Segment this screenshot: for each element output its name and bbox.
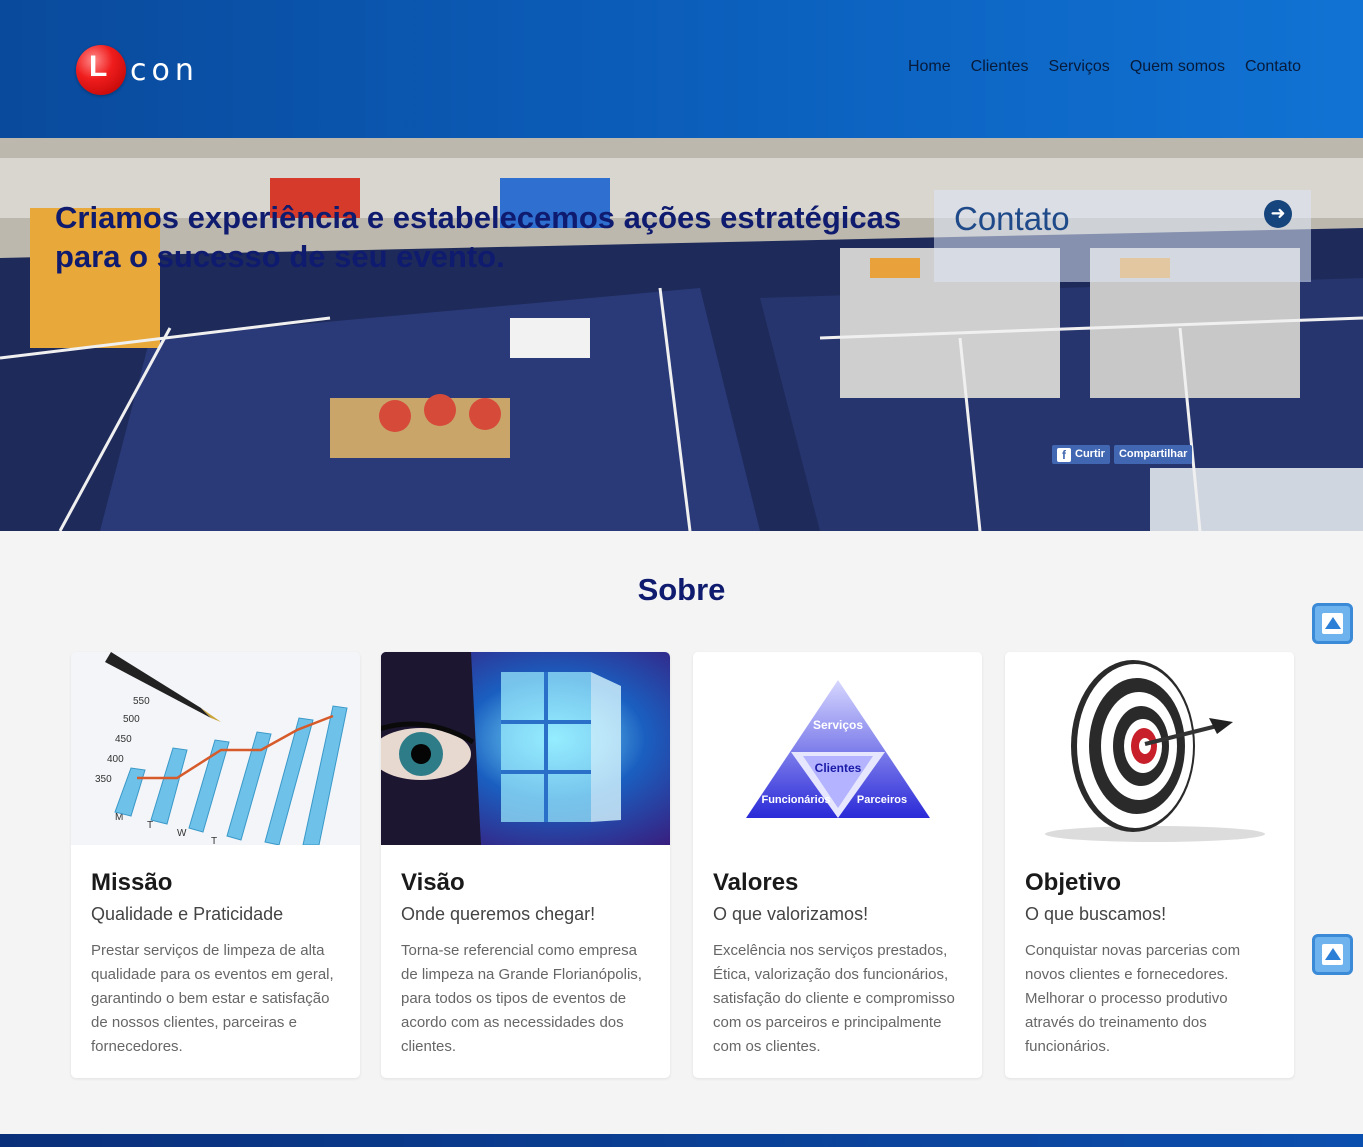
scroll-up-arrow	[1322, 944, 1343, 965]
main-nav: Home Clientes Serviços Quem somos Contat…	[908, 58, 1301, 76]
hero-banner: Criamos experiência e estabelecemos açõe…	[0, 138, 1363, 531]
contact-label: Contato	[954, 200, 1070, 237]
chart-tick: 500	[123, 714, 140, 725]
pyramid-right-label: Parceiros	[857, 794, 907, 806]
card-subtitle: Qualidade e Praticidade	[91, 904, 284, 924]
card-title: Visão	[401, 869, 465, 896]
card-objetivo: Objetivo O que buscamos! Conquistar nova…	[1005, 652, 1294, 1078]
card-missao: 550 500 450 400 350 M T W T Missão Quali…	[71, 652, 360, 1078]
pyramid-middle-label: Clientes	[815, 761, 862, 775]
target-image	[1005, 652, 1294, 845]
footer-bar	[0, 1134, 1363, 1147]
card-visao: Visão Onde queremos chegar! Torna-se ref…	[381, 652, 670, 1078]
card-subtitle: Onde queremos chegar!	[401, 904, 596, 924]
facebook-share-button[interactable]: Compartilhar	[1113, 445, 1193, 464]
chart-image: 550 500 450 400 350 M T W T	[71, 652, 360, 845]
logo-text: con	[130, 52, 199, 88]
section-title: Sobre	[637, 572, 726, 607]
nav-contato[interactable]: Contato	[1245, 58, 1301, 76]
nav-clientes[interactable]: Clientes	[971, 58, 1029, 76]
card-body: Torna-se referencial como empresa de lim…	[401, 942, 642, 1055]
card-subtitle: O que valorizamos!	[713, 904, 869, 924]
fb-share-label: Compartilhar	[1118, 448, 1188, 460]
arrow-right-circle-icon[interactable]: ➜	[1264, 200, 1292, 228]
chart-tick: 400	[107, 754, 124, 765]
eye-window-image	[381, 652, 670, 845]
pyramid-image: Serviços Clientes Funcionários Parceiros	[693, 652, 982, 845]
nav-servicos[interactable]: Serviços	[1048, 58, 1109, 76]
card-title: Missão	[91, 869, 173, 896]
pyramid-left-label: Funcionários	[761, 794, 830, 806]
chart-day: W	[177, 828, 187, 839]
card-valores: Serviços Clientes Funcionários Parceiros…	[693, 652, 982, 1078]
nav-home[interactable]: Home	[908, 58, 951, 76]
card-subtitle: O que buscamos!	[1025, 904, 1167, 924]
pyramid-top-label: Serviços	[813, 718, 863, 732]
card-body: Excelência nos serviços prestados, Ética…	[713, 942, 955, 1055]
contact-panel[interactable]: Contato ➜	[934, 190, 1311, 282]
site-header: L con Home Clientes Serviços Quem somos …	[0, 0, 1363, 138]
facebook-like-button[interactable]: f Curtir	[1052, 445, 1110, 464]
hero-headline: Criamos experiência e estabelecemos açõe…	[55, 200, 902, 274]
chart-day: T	[147, 820, 153, 831]
nav-quem-somos[interactable]: Quem somos	[1130, 58, 1225, 76]
scroll-up-icon[interactable]	[1312, 603, 1353, 644]
logo-ball: L	[76, 45, 126, 95]
facebook-buttons: f Curtir Compartilhar	[1052, 445, 1193, 464]
fb-like-label: Curtir	[1075, 448, 1105, 460]
card-body: Prestar serviços de limpeza de alta qual…	[91, 942, 334, 1055]
scroll-up-arrow	[1322, 613, 1343, 634]
logo[interactable]: L con	[76, 44, 216, 96]
logo-letter: L	[89, 50, 108, 83]
card-title: Valores	[713, 869, 799, 896]
card-body: Conquistar novas parcerias com novos cli…	[1025, 942, 1241, 1055]
chart-tick: 550	[133, 696, 150, 707]
chart-tick: 350	[95, 774, 112, 785]
card-title: Objetivo	[1025, 869, 1122, 896]
facebook-icon: f	[1057, 447, 1071, 462]
chart-tick: 450	[115, 734, 132, 745]
chart-day: T	[211, 836, 217, 845]
scroll-up-icon[interactable]	[1312, 934, 1353, 975]
